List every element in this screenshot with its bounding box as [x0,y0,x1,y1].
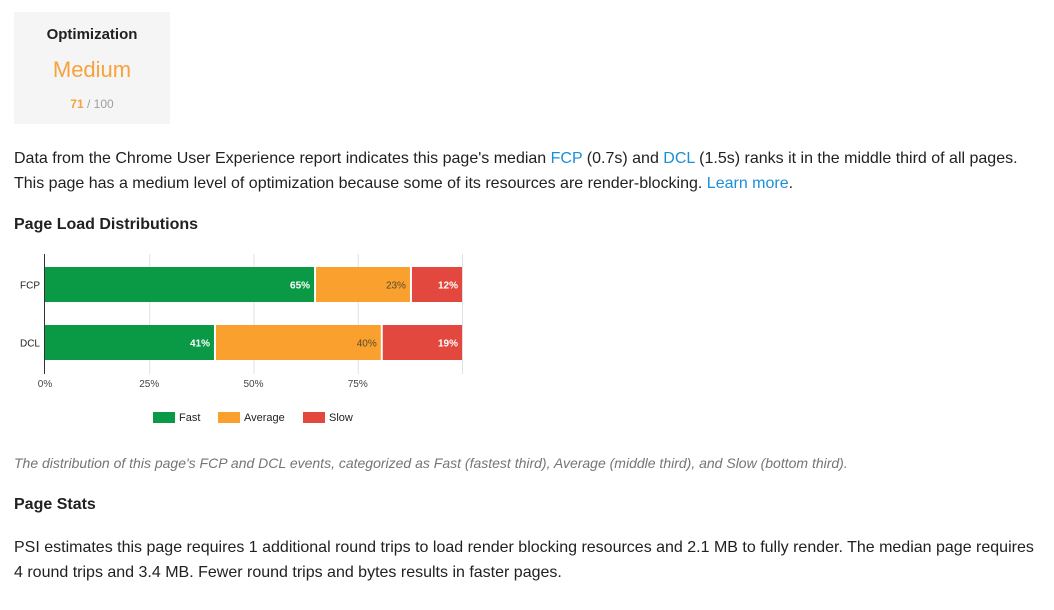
data-label: 19% [438,339,458,350]
intro-paragraph: Data from the Chrome User Experience rep… [14,146,1046,196]
legend-label-slow: Slow [329,412,353,424]
page-load-distribution-chart: 65% 23% 12% FCP 41% 40% 19% DCL 0% 25% 50% 75% Fast A… [20,254,463,424]
data-label: 23% [386,281,406,292]
data-label: 40% [357,339,377,350]
page-stats-heading: Page Stats [14,496,96,513]
legend-swatch-fast [153,412,175,423]
learn-more-link[interactable]: Learn more [707,175,789,192]
bar-fast-dcl [45,325,214,360]
score-number: 71 [70,97,84,111]
x-tick-label: 0% [38,379,53,390]
dcl-link[interactable]: DCL [663,150,694,167]
x-tick-label: 25% [139,379,159,390]
intro-text-1: Data from the Chrome User Experience rep… [14,150,551,167]
data-label: 12% [438,281,458,292]
page-stats-paragraph: PSI estimates this page requires 1 addit… [14,539,1034,581]
x-tick-label: 50% [243,379,263,390]
optimization-score-card: Optimization Medium 71 / 100 [14,12,170,124]
legend-swatch-average [218,412,240,423]
data-label: 41% [190,339,210,350]
legend-swatch-slow [303,412,325,423]
intro-text-4: . [788,175,794,192]
category-label: DCL [20,339,40,350]
page-load-distributions-heading: Page Load Distributions [14,216,199,233]
x-tick-label: 75% [348,379,368,390]
legend-label-fast: Fast [179,412,200,424]
category-label: FCP [20,281,40,292]
optimization-level: Medium [52,57,132,82]
score-max: / 100 [87,97,114,111]
data-label: 65% [290,281,310,292]
legend-label-average: Average [244,412,285,424]
bar-fast-fcp [45,267,315,302]
fcp-link[interactable]: FCP [551,150,583,167]
score-card-title: Optimization [46,26,138,43]
intro-text-2: (0.7s) and [582,150,664,167]
score-value: 71 / 100 [14,97,170,111]
chart-caption: The distribution of this page's FCP and … [14,455,848,471]
